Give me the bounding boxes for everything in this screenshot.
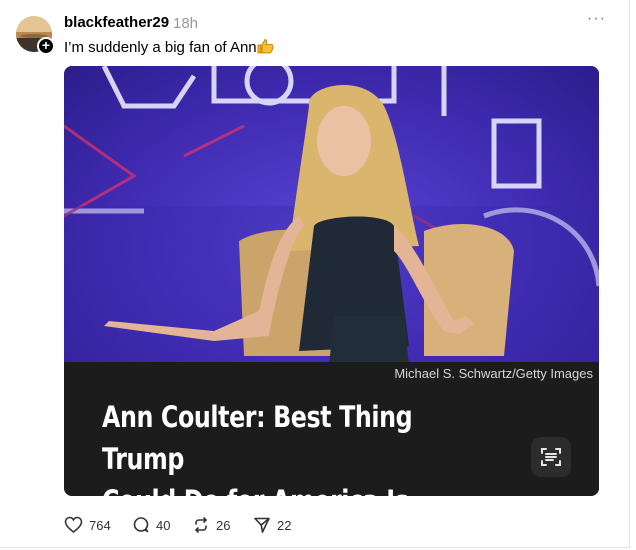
like-button[interactable]: 764	[64, 516, 111, 534]
lens-icon[interactable]	[531, 437, 571, 477]
headline-line-1: Ann Coulter: Best Thing Trump	[102, 400, 413, 476]
share-icon	[254, 517, 270, 533]
photo-credit: Michael S. Schwartz/Getty Images	[394, 366, 593, 381]
username[interactable]: blackfeather29	[64, 14, 169, 31]
share-count: 22	[277, 517, 292, 533]
like-count: 764	[89, 517, 111, 533]
headline: Ann Coulter: Best Thing Trump Could Do f…	[102, 396, 471, 496]
repost-button[interactable]: 26	[192, 516, 230, 534]
post-text-content: I’m suddenly a big fan of Ann	[64, 39, 257, 56]
headline-line-2: Could Do for America Is ‘Die’	[102, 480, 471, 496]
post-text: I’m suddenly a big fan of Ann	[64, 38, 274, 56]
heart-icon	[64, 516, 83, 533]
post-card: + blackfeather29 18h ··· I’m suddenly a …	[0, 0, 630, 548]
repost-icon	[195, 517, 207, 533]
action-bar: 764 40 26 22	[0, 516, 636, 536]
share-button[interactable]: 22	[253, 516, 291, 534]
comment-icon	[133, 517, 149, 533]
follow-plus-icon[interactable]: +	[37, 37, 55, 55]
comment-button[interactable]: 40	[132, 516, 170, 534]
post-image[interactable]: Michael S. Schwartz/Getty Images Ann Cou…	[64, 66, 599, 496]
photo	[64, 66, 599, 366]
repost-count: 26	[216, 517, 231, 533]
thumbs-up-emoji	[257, 39, 273, 54]
comment-count: 40	[156, 517, 171, 533]
post-time: 18h	[173, 15, 199, 32]
more-icon[interactable]: ···	[587, 10, 606, 28]
